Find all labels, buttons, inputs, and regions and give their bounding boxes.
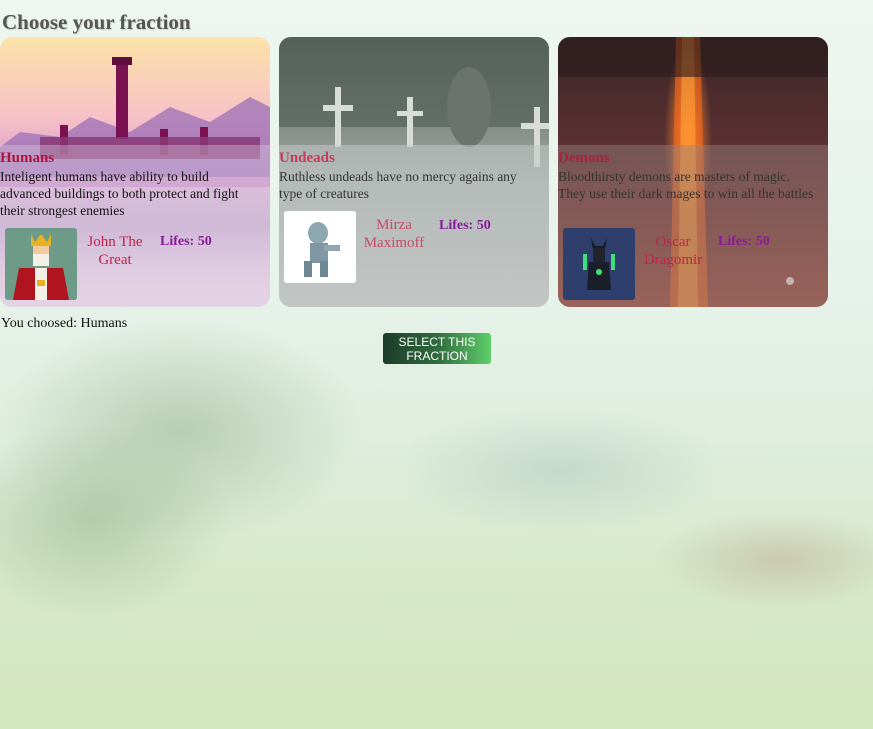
select-fraction-button[interactable]: Select this fraction bbox=[383, 333, 491, 364]
fraction-description: Ruthless undeads have no mercy agains an… bbox=[279, 169, 517, 201]
page-title: Choose your fraction bbox=[2, 10, 191, 34]
fraction-card-humans[interactable]: Humans Inteligent humans have ability to… bbox=[0, 37, 270, 307]
fraction-name: Demons bbox=[558, 150, 610, 166]
fraction-name: Undeads bbox=[279, 150, 335, 166]
hero-name: Oscar Dragomir bbox=[643, 234, 703, 268]
fraction-description: Bloodthirsty demons are masters of magic… bbox=[558, 169, 814, 201]
fraction-description: Inteligent humans have ability to build … bbox=[0, 169, 239, 218]
lifes-value: Lifes: 50 bbox=[718, 234, 770, 249]
lifes-value: Lifes: 50 bbox=[439, 218, 491, 233]
king-icon bbox=[5, 228, 77, 300]
chosen-fraction-status: You choosed: Humans bbox=[1, 316, 128, 331]
demon-mage-icon bbox=[563, 228, 635, 300]
hero-name: John The Great bbox=[87, 234, 143, 268]
hero-name: Mirza Maximoff bbox=[363, 217, 425, 251]
lifes-value: Lifes: 50 bbox=[160, 234, 212, 249]
fraction-card-undeads[interactable]: Undeads Ruthless undeads have no mercy a… bbox=[279, 37, 549, 307]
fraction-name: Humans bbox=[0, 150, 55, 166]
zombie-icon bbox=[284, 211, 356, 283]
fraction-card-demons[interactable]: Demons Bloodthirsty demons are masters o… bbox=[558, 37, 828, 307]
